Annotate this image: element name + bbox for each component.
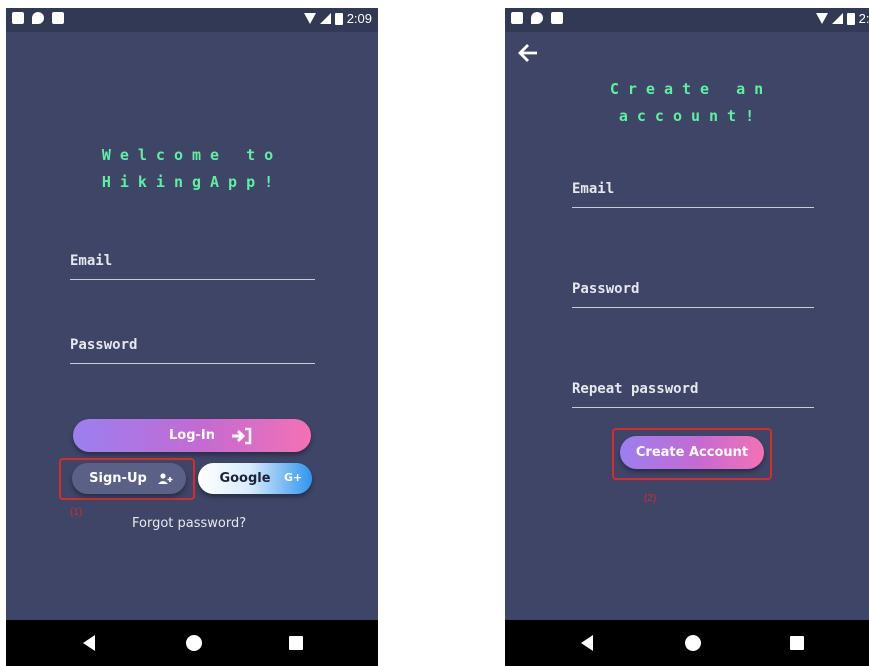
nav-home-icon[interactable] bbox=[685, 635, 701, 651]
status-time: 2:09 bbox=[346, 11, 372, 26]
signal-icon bbox=[319, 13, 331, 24]
password-field[interactable]: Password bbox=[70, 324, 315, 364]
gmail-icon bbox=[511, 12, 523, 24]
email-field[interactable]: Email bbox=[572, 168, 814, 208]
nav-recent-icon[interactable] bbox=[790, 636, 804, 650]
nav-back-icon[interactable] bbox=[581, 635, 593, 651]
password-field[interactable]: Password bbox=[572, 268, 814, 308]
google-plus-icon: G+ bbox=[284, 471, 303, 484]
nav-recent-icon[interactable] bbox=[289, 636, 303, 650]
nav-bar bbox=[505, 620, 869, 666]
create-account-label: Create Account bbox=[635, 445, 749, 460]
battery-icon bbox=[846, 12, 855, 25]
add-user-icon bbox=[158, 473, 173, 484]
battery-icon bbox=[334, 12, 343, 25]
forgot-password-link[interactable]: Forgot password? bbox=[132, 516, 246, 531]
password-label: Password bbox=[572, 281, 640, 297]
signup-button[interactable]: Sign-Up bbox=[72, 463, 186, 494]
wifi-icon bbox=[303, 13, 316, 24]
password-label: Password bbox=[70, 337, 138, 353]
google-label: Google bbox=[219, 471, 271, 486]
welcome-title-line1: Welcome to bbox=[101, 146, 283, 164]
login-button[interactable]: Log-In bbox=[73, 419, 311, 452]
messenger-icon bbox=[32, 12, 44, 24]
login-screen: 2:09 Welcome to HikingApp! Email Passwor… bbox=[6, 8, 378, 666]
welcome-title-line2: HikingApp! bbox=[101, 173, 283, 191]
wifi-icon bbox=[815, 13, 828, 24]
sd-card-icon bbox=[551, 12, 563, 24]
sd-card-icon bbox=[52, 12, 64, 24]
create-title-line2: account! bbox=[618, 107, 764, 125]
nav-home-icon[interactable] bbox=[186, 635, 202, 651]
status-bar: 2:1( bbox=[505, 8, 869, 32]
email-label: Email bbox=[70, 253, 113, 269]
login-label: Log-In bbox=[168, 428, 215, 443]
repeat-password-label: Repeat password bbox=[572, 381, 699, 397]
repeat-password-field[interactable]: Repeat password bbox=[572, 368, 814, 408]
status-bar: 2:09 bbox=[6, 8, 378, 32]
signal-icon bbox=[831, 13, 843, 24]
create-account-button[interactable]: Create Account bbox=[620, 436, 764, 469]
create-account-screen: 2:1( Create an account! Email Password R… bbox=[505, 8, 869, 666]
create-title-line1: Create an bbox=[609, 80, 773, 98]
email-field[interactable]: Email bbox=[70, 240, 315, 280]
back-arrow-icon[interactable] bbox=[517, 42, 539, 64]
login-arrow-icon bbox=[232, 427, 252, 445]
messenger-icon bbox=[531, 12, 543, 24]
google-button[interactable]: Google G+ bbox=[198, 463, 312, 494]
nav-back-icon[interactable] bbox=[83, 635, 95, 651]
nav-bar bbox=[6, 620, 378, 666]
annotation-label-2: (2) bbox=[644, 493, 657, 504]
signup-label: Sign-Up bbox=[89, 471, 147, 486]
gmail-icon bbox=[12, 12, 24, 24]
annotation-label-1: (1) bbox=[70, 507, 83, 518]
status-time: 2:1( bbox=[858, 11, 869, 26]
email-label: Email bbox=[572, 181, 615, 197]
